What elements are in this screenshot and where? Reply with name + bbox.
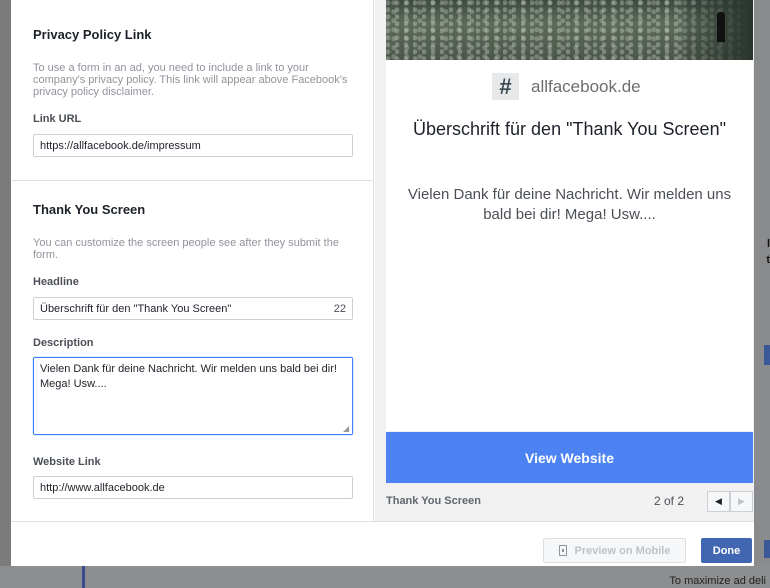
website-link-label: Website Link (33, 456, 101, 468)
cover-image-speaker (717, 12, 725, 42)
background-bottom: To maximize ad deli (0, 566, 770, 588)
thank-you-preview-card: # allfacebook.de Überschrift für den "Th… (386, 0, 753, 431)
lead-form-modal: Privacy Policy Link To use a form in an … (11, 0, 754, 566)
next-screen-button[interactable]: ▶ (730, 491, 753, 512)
background-button-edge (764, 345, 770, 365)
background-bottom-text: To maximize ad deli (669, 575, 766, 587)
view-website-button[interactable]: View Website (386, 432, 753, 483)
preview-description: Vielen Dank für deine Nachricht. Wir mel… (407, 186, 732, 223)
link-url-value: https://allfacebook.de/impressum (40, 139, 201, 152)
link-url-label: Link URL (33, 113, 82, 125)
modal-footer: Preview on Mobile Done (11, 521, 754, 566)
section-divider (11, 180, 373, 181)
brand-row: # allfacebook.de (492, 73, 641, 100)
preview-on-mobile-button[interactable]: Preview on Mobile (543, 538, 686, 563)
background-page: l t (754, 0, 770, 588)
link-url-input[interactable]: https://allfacebook.de/impressum (33, 134, 353, 157)
brand-logo-icon: # (492, 73, 519, 100)
website-link-value: http://www.allfacebook.de (40, 481, 165, 494)
preview-on-mobile-label: Preview on Mobile (574, 544, 671, 557)
privacy-section-title: Privacy Policy Link (33, 27, 152, 42)
headline-value: Überschrift für den "Thank You Screen" (40, 302, 232, 315)
background-accent-line (82, 566, 85, 588)
cover-image (386, 0, 753, 60)
headline-input[interactable]: Überschrift für den "Thank You Screen" 2… (33, 297, 353, 320)
headline-label: Headline (33, 276, 79, 288)
chevron-right-icon: ▶ (738, 496, 745, 506)
description-textarea[interactable]: Vielen Dank für deine Nachricht. Wir mel… (33, 357, 353, 435)
description-label: Description (33, 337, 94, 349)
thank-you-hint: You can customize the screen people see … (33, 237, 339, 261)
chevron-left-icon: ◀ (715, 496, 722, 506)
resize-handle-icon[interactable]: ◢ (343, 425, 351, 433)
mobile-phone-icon (558, 545, 567, 556)
form-settings-pane: Privacy Policy Link To use a form in an … (11, 0, 374, 521)
background-button-edge (764, 540, 770, 558)
preview-headline: Überschrift für den "Thank You Screen" (413, 119, 726, 139)
previous-screen-button[interactable]: ◀ (707, 491, 730, 512)
background-fragment: t (766, 254, 770, 266)
description-value: Vielen Dank für deine Nachricht. Wir mel… (40, 363, 337, 390)
preview-screen-name: Thank You Screen (386, 495, 481, 507)
preview-pane: # allfacebook.de Überschrift für den "Th… (375, 0, 754, 521)
pager-controls: ◀ ▶ (707, 491, 753, 512)
done-button[interactable]: Done (701, 538, 752, 563)
headline-char-counter: 22 (333, 302, 346, 315)
pager-indicator: 2 of 2 (654, 494, 685, 508)
website-link-input[interactable]: http://www.allfacebook.de (33, 476, 353, 499)
brand-name: allfacebook.de (531, 76, 641, 96)
thank-you-section-title: Thank You Screen (33, 202, 146, 217)
privacy-hint: To use a form in an ad, you need to incl… (33, 62, 348, 98)
